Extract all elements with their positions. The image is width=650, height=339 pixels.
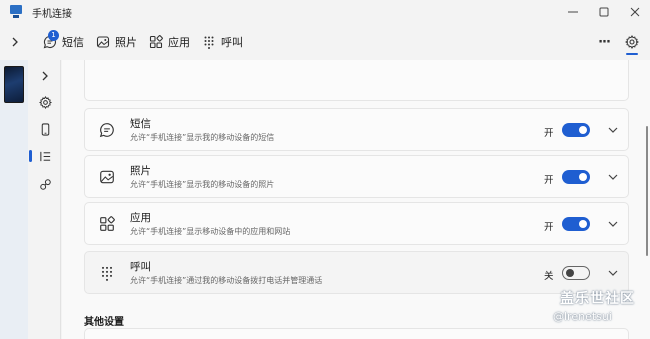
photos-toggle[interactable] bbox=[562, 170, 590, 184]
previous-card-edge bbox=[84, 60, 629, 101]
toggle-state-label: 开 bbox=[544, 175, 554, 186]
rail-general-settings[interactable] bbox=[32, 91, 58, 113]
more-options-button[interactable]: ··· bbox=[592, 30, 616, 54]
close-button[interactable] bbox=[619, 0, 650, 24]
rail-cross-device[interactable] bbox=[32, 173, 58, 195]
message-icon bbox=[99, 123, 114, 138]
tab-messages-label: 短信 bbox=[62, 36, 84, 49]
community-watermark-logo: 盖乐世社区 bbox=[560, 291, 635, 307]
feature-title: 呼叫 bbox=[130, 261, 151, 273]
rail-my-devices[interactable] bbox=[32, 118, 58, 140]
unread-badge: 1 bbox=[48, 30, 59, 41]
vertical-scrollbar[interactable] bbox=[646, 126, 648, 256]
apps-toggle[interactable] bbox=[562, 217, 590, 231]
minimize-button[interactable] bbox=[557, 0, 588, 24]
maximize-icon bbox=[599, 7, 608, 17]
chevron-right-icon bbox=[42, 71, 48, 81]
other-settings-heading: 其他设置 bbox=[84, 317, 124, 328]
photo-icon bbox=[96, 36, 110, 48]
feature-card-photos[interactable]: 照片 允许“手机连接”显示我的移动设备的照片 开 bbox=[84, 155, 629, 198]
active-tab-indicator bbox=[626, 53, 638, 55]
apps-icon bbox=[149, 35, 163, 49]
next-card-edge bbox=[84, 328, 629, 339]
minimize-icon bbox=[567, 11, 578, 13]
settings-side-rail bbox=[28, 60, 61, 339]
feature-description: 允许“手机连接”显示我的移动设备的短信 bbox=[130, 133, 275, 142]
gear-icon bbox=[625, 35, 639, 49]
phone-link-app-icon bbox=[9, 5, 23, 19]
feature-description: 允许“手机连接”显示移动设备中的应用和网站 bbox=[130, 227, 291, 236]
tab-apps-label: 应用 bbox=[168, 36, 190, 49]
tab-calls-label: 呼叫 bbox=[221, 36, 243, 49]
feature-title: 短信 bbox=[130, 118, 151, 130]
apps-icon bbox=[100, 216, 115, 231]
rail-features[interactable] bbox=[29, 145, 58, 167]
toggle-state-label: 开 bbox=[544, 222, 554, 233]
phone-screen-thumbnail[interactable] bbox=[4, 66, 24, 103]
top-navigation: 1 短信 照片 应用 呼叫 ··· bbox=[0, 26, 650, 58]
dialpad-icon bbox=[204, 36, 214, 49]
dialpad-icon bbox=[101, 266, 113, 281]
device-strip bbox=[0, 60, 28, 339]
feature-description: 允许“手机连接”显示我的移动设备的照片 bbox=[130, 180, 275, 189]
calls-toggle[interactable] bbox=[562, 266, 590, 280]
tab-photos[interactable]: 照片 bbox=[90, 28, 143, 56]
feature-title: 应用 bbox=[130, 212, 151, 224]
title-bar: 手机连接 bbox=[0, 0, 650, 24]
settings-button[interactable] bbox=[620, 28, 644, 56]
tab-photos-label: 照片 bbox=[115, 36, 137, 49]
messages-toggle[interactable] bbox=[562, 123, 590, 137]
feature-title: 照片 bbox=[130, 165, 151, 177]
chevron-down-icon[interactable] bbox=[606, 123, 620, 137]
feature-description: 允许“手机连接”通过我的移动设备拨打电话并管理通话 bbox=[130, 276, 323, 285]
maximize-button[interactable] bbox=[588, 0, 619, 24]
chevron-down-icon[interactable] bbox=[606, 170, 620, 184]
feature-card-calls[interactable]: 呼叫 允许“手机连接”通过我的移动设备拨打电话并管理通话 关 bbox=[84, 251, 629, 294]
list-icon bbox=[39, 151, 50, 161]
link-icon bbox=[39, 178, 51, 190]
feature-card-messages[interactable]: 短信 允许“手机连接”显示我的移动设备的短信 开 bbox=[84, 108, 629, 151]
toggle-state-label: 关 bbox=[544, 271, 554, 282]
watermark-handle: @lrenetsui bbox=[553, 310, 612, 323]
tab-messages[interactable]: 1 短信 bbox=[37, 28, 90, 56]
photo-icon bbox=[100, 170, 114, 184]
phone-icon bbox=[41, 122, 49, 136]
chevron-down-icon[interactable] bbox=[606, 217, 620, 231]
chevron-right-icon bbox=[12, 37, 18, 47]
gear-icon bbox=[38, 95, 52, 109]
tab-apps[interactable]: 应用 bbox=[143, 28, 196, 56]
chevron-down-icon[interactable] bbox=[606, 266, 620, 280]
close-icon bbox=[630, 7, 639, 17]
window-controls bbox=[557, 0, 650, 24]
feature-card-apps[interactable]: 应用 允许“手机连接”显示移动设备中的应用和网站 开 bbox=[84, 202, 629, 245]
toggle-state-label: 开 bbox=[544, 128, 554, 139]
more-icon: ··· bbox=[598, 34, 611, 50]
window-title: 手机连接 bbox=[32, 8, 72, 20]
expand-sidebar-button[interactable] bbox=[5, 32, 25, 52]
tab-calls[interactable]: 呼叫 bbox=[196, 28, 249, 56]
rail-expand-button[interactable] bbox=[32, 65, 58, 87]
